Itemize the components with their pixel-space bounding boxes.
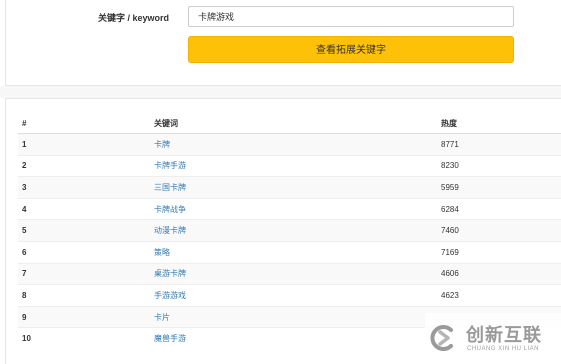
table-row: 6 策略 7169 [18,240,561,264]
row-keyword: 卡牌手游 [150,154,437,177]
row-keyword: 策略 [150,240,437,264]
keyword-link[interactable]: 卡牌手游 [154,161,186,170]
header-heat: 热度 [437,113,561,134]
section-divider [0,86,561,98]
row-keyword: 卡牌战争 [150,197,437,220]
keyword-link[interactable]: 卡牌战争 [154,205,186,214]
table-row: 4 卡牌战争 6284 [18,197,561,220]
row-keyword: 魔兽手游 [150,327,437,349]
row-heat: 7460 [437,219,561,242]
keyword-link[interactable]: 动漫卡牌 [154,226,186,235]
row-rank: 6 [18,240,150,264]
row-keyword: 三国卡牌 [150,176,437,199]
row-heat: 7169 [437,240,561,264]
row-rank: 2 [18,154,150,177]
row-rank: 3 [18,176,150,199]
header-keyword: 关键词 [150,113,437,134]
keyword-label: 关键字 / keyword [97,13,169,23]
keyword-link[interactable]: 卡片 [154,313,170,322]
row-rank: 1 [18,133,150,156]
row-rank: 5 [18,219,150,242]
row-rank: 10 [18,327,150,349]
table-row: 1 卡牌 8771 [18,133,561,156]
row-heat: 4623 [437,284,561,307]
table-row: 7 桌游卡牌 4606 [18,262,561,285]
row-keyword: 卡片 [150,305,437,328]
brand-name-cn: 创新互联 [466,325,542,345]
keyword-link[interactable]: 手游游戏 [154,291,186,300]
brand-logo-icon [430,325,453,351]
row-heat: 6284 [437,197,561,220]
table-row: 2 卡牌手游 8230 [18,154,561,177]
keyword-link[interactable]: 桌游卡牌 [154,269,186,278]
view-expanded-keywords-button[interactable]: 查看拓展关键字 [188,36,514,63]
row-heat: 5959 [437,176,561,199]
row-keyword: 手游游戏 [150,284,437,307]
header-rank: # [18,113,150,134]
row-rank: 9 [18,305,150,328]
row-keyword: 动漫卡牌 [150,219,437,242]
row-rank: 8 [18,284,150,307]
row-keyword: 卡牌 [150,133,437,156]
row-keyword: 桌游卡牌 [150,262,437,285]
table-row: 5 动漫卡牌 7460 [18,219,561,242]
brand-name-en: CHUANG XIN HU LIAN [467,346,540,352]
row-heat: 8771 [437,133,561,156]
keyword-link[interactable]: 魔兽手游 [154,334,186,343]
brand-watermark: 创新互联 CHUANG XIN HU LIAN [425,313,561,364]
row-heat: 8230 [437,154,561,177]
row-rank: 7 [18,262,150,285]
keyword-input[interactable] [188,6,514,27]
table-row: 3 三国卡牌 5959 [18,176,561,199]
keyword-link[interactable]: 卡牌 [154,140,170,149]
table-row: 8 手游游戏 4623 [18,284,561,307]
row-heat: 4606 [437,262,561,285]
keyword-link[interactable]: 策略 [154,248,170,257]
keyword-link[interactable]: 三国卡牌 [154,183,186,192]
row-rank: 4 [18,197,150,220]
